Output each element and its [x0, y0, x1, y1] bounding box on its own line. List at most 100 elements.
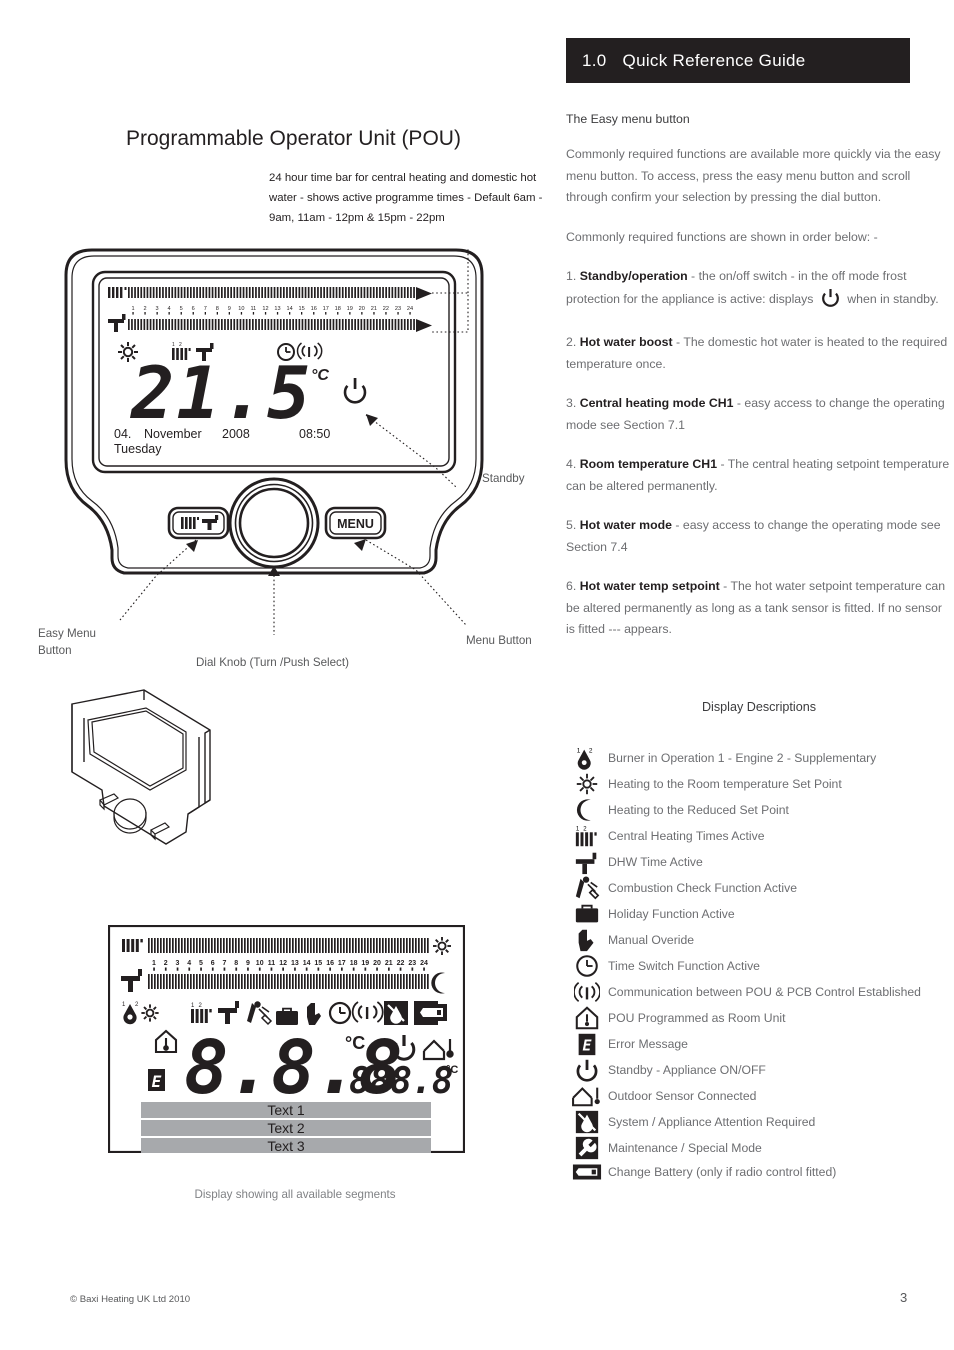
timebar-annotation: 24 hour time bar for central heating and…	[269, 172, 543, 224]
display-description-row: Holiday Function Active	[566, 901, 954, 927]
display-description-label: Time Switch Function Active	[608, 958, 760, 973]
footer-copyright: © Baxi Heating UK Ltd 2010	[70, 1294, 191, 1305]
svg-text:E: E	[152, 1072, 162, 1091]
svg-text:18: 18	[335, 306, 341, 312]
battery-icon	[566, 1162, 608, 1182]
item-term: Hot water temp setpoint	[579, 579, 720, 593]
power-icon	[821, 288, 839, 307]
chimney-sweep-icon	[566, 875, 608, 901]
display-description-row: Maintenance / Special Mode	[566, 1135, 954, 1161]
segment-text-row-2: Text 2	[267, 1120, 305, 1136]
item-number: 4.	[566, 457, 580, 471]
svg-text:10: 10	[238, 306, 244, 312]
tap-icon	[566, 849, 608, 875]
svg-text:19: 19	[347, 306, 353, 312]
moon-icon	[566, 797, 608, 823]
spanner-icon	[566, 1135, 608, 1161]
svg-text:13: 13	[274, 306, 280, 312]
lcd-month: November	[144, 427, 202, 441]
house-thermometer-icon	[566, 1005, 608, 1031]
all-segments-display: 1 2 3 4 5 6 7 8 9 10 11 12 13 14 15 16 17 18 19 20 21 22 23 24 …	[107, 924, 466, 1154]
svg-text:7: 7	[204, 306, 207, 312]
display-description-label: System / Appliance Attention Required	[608, 1114, 816, 1129]
display-description-label: Outdoor Sensor Connected	[608, 1088, 757, 1103]
svg-text:1: 1	[131, 306, 134, 312]
antenna-icon	[566, 979, 608, 1005]
segment-unit-main: °C	[345, 1033, 365, 1053]
svg-text:9: 9	[246, 960, 250, 967]
display-description-label: POU Programmed as Room Unit	[608, 1010, 786, 1025]
svg-text:14: 14	[303, 960, 311, 967]
dial-knob[interactable]	[228, 477, 320, 569]
display-description-label: Error Message	[608, 1036, 688, 1051]
svg-text:1: 1	[172, 342, 175, 348]
svg-text:1: 1	[152, 960, 156, 967]
svg-text:23: 23	[395, 306, 401, 312]
svg-text:2: 2	[583, 826, 587, 832]
svg-text:16: 16	[326, 960, 334, 967]
outdoor-sensor-icon	[566, 1083, 608, 1109]
pou-illustration: 1 2 3 4 5 6 7 8 9 10 11 12 13 14 15 16 17 18 19 20 21 22 23 24	[36, 240, 556, 670]
svg-text:21: 21	[371, 306, 377, 312]
right-paragraph-1: Commonly required functions are availabl…	[566, 147, 941, 204]
battery-icon	[417, 1004, 447, 1021]
right-subheading: The Easy menu button	[566, 112, 690, 126]
display-description-label: Heating to the Reduced Set Point	[608, 802, 789, 817]
svg-text:15: 15	[298, 306, 304, 312]
burner-flame-icon: 12	[566, 745, 608, 771]
svg-text:19: 19	[361, 960, 369, 967]
manual-page: 1.0 Quick Reference Guide Programmable O…	[0, 0, 954, 1350]
display-description-label: Communication between POU & PCB Control …	[608, 984, 921, 999]
item-term: Hot water boost	[579, 335, 673, 349]
easy-menu-button[interactable]	[167, 506, 230, 540]
lcd-temperature-unit: °C	[311, 367, 329, 384]
svg-text:21: 21	[385, 960, 393, 967]
display-description-label: DHW Time Active	[608, 854, 703, 869]
display-description-label: Burner in Operation 1 - Engine 2 - Suppl…	[608, 750, 877, 765]
item-term: Central heating mode CH1	[579, 396, 734, 410]
error-e-icon: E	[148, 1069, 165, 1091]
svg-text:3: 3	[156, 306, 159, 312]
item-description-cont: when in standby.	[843, 291, 939, 306]
display-description-row: Time Switch Function Active	[566, 953, 954, 979]
hand-icon	[566, 927, 608, 953]
svg-text:11: 11	[250, 306, 256, 312]
display-description-row: Combustion Check Function Active	[566, 875, 954, 901]
function-item-5: 5. Hot water mode - easy access to chang…	[566, 515, 952, 558]
display-description-label: Standby - Appliance ON/OFF	[608, 1062, 766, 1077]
svg-text:1: 1	[577, 747, 581, 754]
segment-display-caption: Display showing all available segments	[194, 1188, 396, 1201]
function-item-2: 2. Hot water boost - The domestic hot wa…	[566, 332, 952, 375]
svg-text:7: 7	[222, 960, 226, 967]
callout-easy-menu: Easy Menu Button	[38, 627, 96, 657]
svg-text:E: E	[583, 1037, 593, 1055]
attention-icon	[384, 1001, 408, 1025]
svg-text:2: 2	[179, 342, 182, 348]
segment-text-rows: Text 1 Text 2 Text 3	[141, 1102, 431, 1154]
sun-icon	[566, 771, 608, 797]
svg-text:17: 17	[338, 960, 346, 967]
svg-text:4: 4	[168, 306, 171, 312]
lcd-weekday: Tuesday	[114, 442, 162, 456]
svg-text:1: 1	[576, 826, 580, 832]
display-description-label: Holiday Function Active	[608, 906, 735, 921]
display-description-label: Manual Overide	[608, 932, 695, 947]
display-description-row: E Error Message	[566, 1031, 954, 1057]
right-paragraph-2: Commonly required functions are shown in…	[566, 229, 878, 244]
page-title: Programmable Operator Unit (POU)	[126, 127, 461, 150]
section-number: 1.0	[582, 50, 607, 70]
segment-text-row-1: Text 1	[267, 1102, 305, 1118]
svg-text:24: 24	[407, 306, 413, 312]
section-title: Quick Reference Guide	[622, 50, 806, 70]
item-term: Room temperature CH1	[579, 457, 718, 471]
display-description-row: Change Battery (only if radio control fi…	[566, 1161, 954, 1184]
function-item-1: 1. Standby/operation - the on/off switch…	[566, 266, 952, 314]
display-description-label: Heating to the Room temperature Set Poin…	[608, 776, 842, 791]
display-description-row: 1 2 Central Heating Times Active	[566, 823, 954, 849]
svg-text:12: 12	[262, 306, 268, 312]
svg-text:11: 11	[268, 960, 276, 967]
menu-button[interactable]: MENU	[324, 506, 387, 540]
function-item-3: 3. Central heating mode CH1 - easy acces…	[566, 393, 952, 436]
power-icon	[566, 1057, 608, 1083]
svg-text:12: 12	[279, 960, 287, 967]
